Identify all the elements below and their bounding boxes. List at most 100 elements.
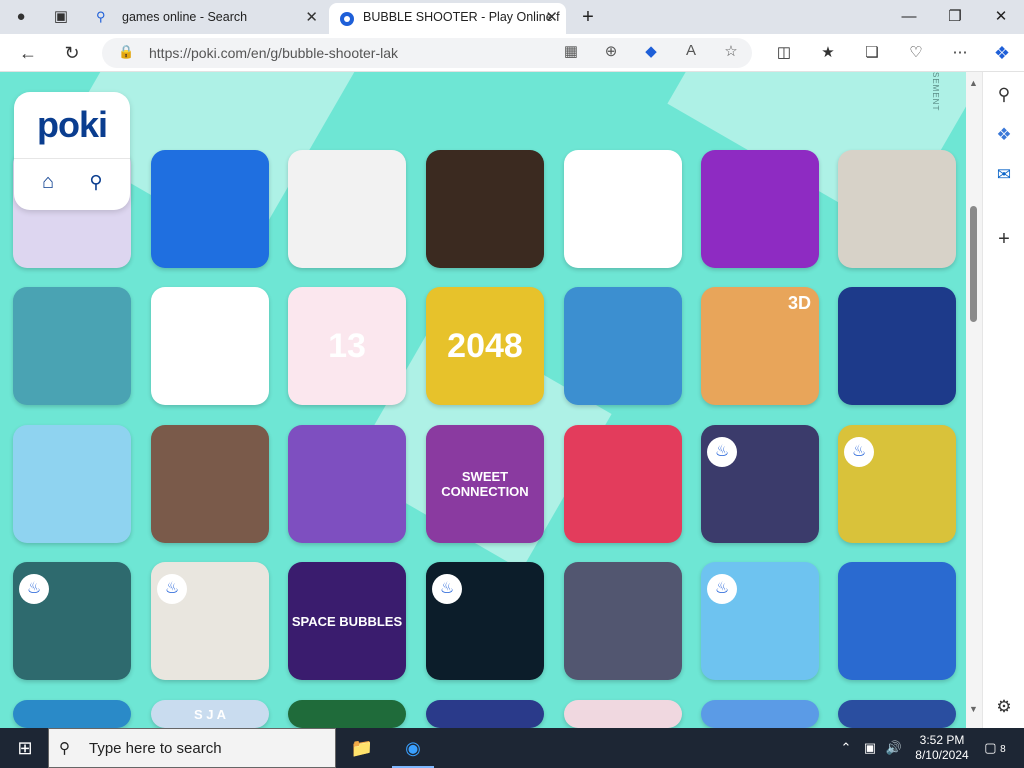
restore-button[interactable]: ❐ <box>932 0 978 34</box>
favorite-star-icon[interactable]: ☆ <box>720 42 742 60</box>
tab-actions-icon[interactable]: ▣ <box>46 0 76 34</box>
apps-icon[interactable]: ▦ <box>560 42 582 60</box>
divider <box>14 158 130 159</box>
lock-icon: 🔒 <box>118 44 135 59</box>
copilot-icon[interactable]: ❖ <box>986 34 1018 72</box>
notification-center-button[interactable]: ▢ 8 <box>982 728 1008 768</box>
sidebar-search-icon[interactable]: ⚲ <box>989 80 1019 110</box>
screen: { "browser": { "tabs": [ {"label": "game… <box>0 0 1024 768</box>
copilot-sidebar-icon[interactable]: ❖ <box>989 120 1019 150</box>
minimize-button[interactable]: — <box>886 0 932 34</box>
search-icon: ⚲ <box>96 9 106 24</box>
game-tile[interactable] <box>426 150 544 268</box>
scroll-thumb[interactable] <box>970 206 977 322</box>
game-tile[interactable] <box>838 562 956 680</box>
game-tile[interactable] <box>564 700 682 728</box>
game-tile[interactable] <box>426 700 544 728</box>
volume-icon[interactable]: 🔊 <box>884 728 904 768</box>
poki-logo[interactable]: poki <box>14 104 130 146</box>
game-tile[interactable]: ♨ <box>701 562 819 680</box>
new-tab-button[interactable]: + <box>570 0 606 34</box>
game-tile[interactable] <box>13 287 131 405</box>
game-tile-title: SPACE BUBBLES <box>291 613 403 629</box>
game-tile[interactable]: SPACE BUBBLES <box>288 562 406 680</box>
hot-flame-icon: ♨ <box>432 574 462 604</box>
game-tile-title: 13 <box>328 326 366 365</box>
close-window-button[interactable]: ✕ <box>978 0 1024 34</box>
game-tile[interactable] <box>151 150 269 268</box>
game-tile[interactable] <box>838 287 956 405</box>
game-tile[interactable] <box>288 700 406 728</box>
game-tile[interactable] <box>838 150 956 268</box>
game-tile[interactable] <box>288 425 406 543</box>
zoom-icon[interactable]: ⊕ <box>600 42 622 60</box>
edge-taskbar-icon[interactable]: ◉ <box>392 728 434 768</box>
edge-sidebar: ⚲ ❖ ✉ + ⚙ <box>982 72 1024 728</box>
game-tile[interactable] <box>564 425 682 543</box>
file-explorer-icon[interactable]: 📁 <box>344 728 380 768</box>
url-text[interactable]: https://poki.com/en/g/bubble-shooter-lak <box>149 45 398 61</box>
game-tile[interactable] <box>838 700 956 728</box>
ad-label: SEMENT <box>931 72 940 112</box>
sidebar-settings-icon[interactable]: ⚙ <box>989 692 1019 722</box>
page-scrollbar[interactable]: ▲ ▼ <box>966 72 982 728</box>
notification-count: 8 <box>1000 744 1006 755</box>
hot-flame-icon: ♨ <box>707 437 737 467</box>
hot-flame-icon: ♨ <box>19 574 49 604</box>
taskbar-search[interactable]: ⚲ Type here to search <box>48 728 336 768</box>
game-tile[interactable] <box>13 700 131 728</box>
performance-icon[interactable]: ♡ <box>900 34 932 72</box>
game-tile[interactable] <box>151 287 269 405</box>
game-tile[interactable] <box>151 425 269 543</box>
favorites-icon[interactable]: ★ <box>812 34 844 72</box>
game-tile[interactable] <box>13 425 131 543</box>
clock-date: 8/10/2024 <box>915 748 969 762</box>
split-screen-icon[interactable]: ◫ <box>768 34 800 72</box>
game-tile[interactable]: ♨ <box>838 425 956 543</box>
browser-toolbar: ← ↻ 🔒 https://poki.com/en/g/bubble-shoot… <box>0 34 1024 72</box>
game-tile[interactable]: 2048 <box>426 287 544 405</box>
read-aloud-icon[interactable]: A <box>680 42 702 59</box>
game-tile[interactable]: S J A <box>151 700 269 728</box>
network-icon[interactable]: ▣ <box>860 728 880 768</box>
more-options-icon[interactable]: ⋯ <box>944 34 976 72</box>
refresh-button[interactable]: ↻ <box>56 34 88 72</box>
tab-bubble-shooter[interactable]: BUBBLE SHOOTER - Play Online f ✕ <box>329 3 566 34</box>
show-hidden-icons-icon[interactable]: ⌃ <box>836 728 856 768</box>
back-button[interactable]: ← <box>12 34 44 72</box>
taskbar-search-placeholder: Type here to search <box>89 740 222 757</box>
game-tile[interactable]: SWEET CONNECTION <box>426 425 544 543</box>
game-tile[interactable] <box>564 150 682 268</box>
scroll-down-arrow-icon[interactable]: ▼ <box>969 704 978 714</box>
game-tile[interactable] <box>701 150 819 268</box>
game-tile-title: SWEET CONNECTION <box>441 469 529 499</box>
game-tile[interactable]: ♨ <box>151 562 269 680</box>
game-tile[interactable] <box>564 562 682 680</box>
game-tile[interactable]: 13 <box>288 287 406 405</box>
shopping-tag-icon[interactable]: ◆ <box>640 42 662 60</box>
search-button[interactable]: ⚲ <box>76 164 116 200</box>
close-tab-icon[interactable]: ✕ <box>305 3 318 32</box>
add-sidebar-app-icon[interactable]: + <box>989 224 1019 254</box>
scroll-up-arrow-icon[interactable]: ▲ <box>969 78 978 88</box>
game-tile[interactable]: ♨ <box>426 562 544 680</box>
home-button[interactable]: ⌂ <box>28 164 68 200</box>
game-tile[interactable]: ♨ <box>13 562 131 680</box>
game-tile[interactable] <box>564 287 682 405</box>
collections-icon[interactable]: ❏ <box>856 34 888 72</box>
profile-icon[interactable]: ● <box>6 0 36 34</box>
hot-flame-icon: ♨ <box>707 574 737 604</box>
outlook-icon[interactable]: ✉ <box>989 160 1019 190</box>
clock[interactable]: 3:52 PM 8/10/2024 <box>910 728 974 768</box>
tab-search[interactable]: ⚲ games online - Search ✕ <box>86 3 326 34</box>
close-tab-icon[interactable]: ✕ <box>545 3 558 32</box>
notification-icon: ▢ <box>984 740 997 755</box>
game-tile[interactable] <box>701 700 819 728</box>
game-tile[interactable]: ♨ <box>701 425 819 543</box>
game-tile-title: S J A <box>193 706 227 722</box>
address-bar[interactable]: 🔒 https://poki.com/en/g/bubble-shooter-l… <box>102 38 752 68</box>
browser-tab-strip: ● ▣ ⚲ games online - Search ✕ BUBBLE SHO… <box>0 0 1024 34</box>
start-icon[interactable]: ⊞ <box>8 728 42 768</box>
game-tile[interactable]: 3D <box>701 287 819 405</box>
game-tile[interactable] <box>288 150 406 268</box>
